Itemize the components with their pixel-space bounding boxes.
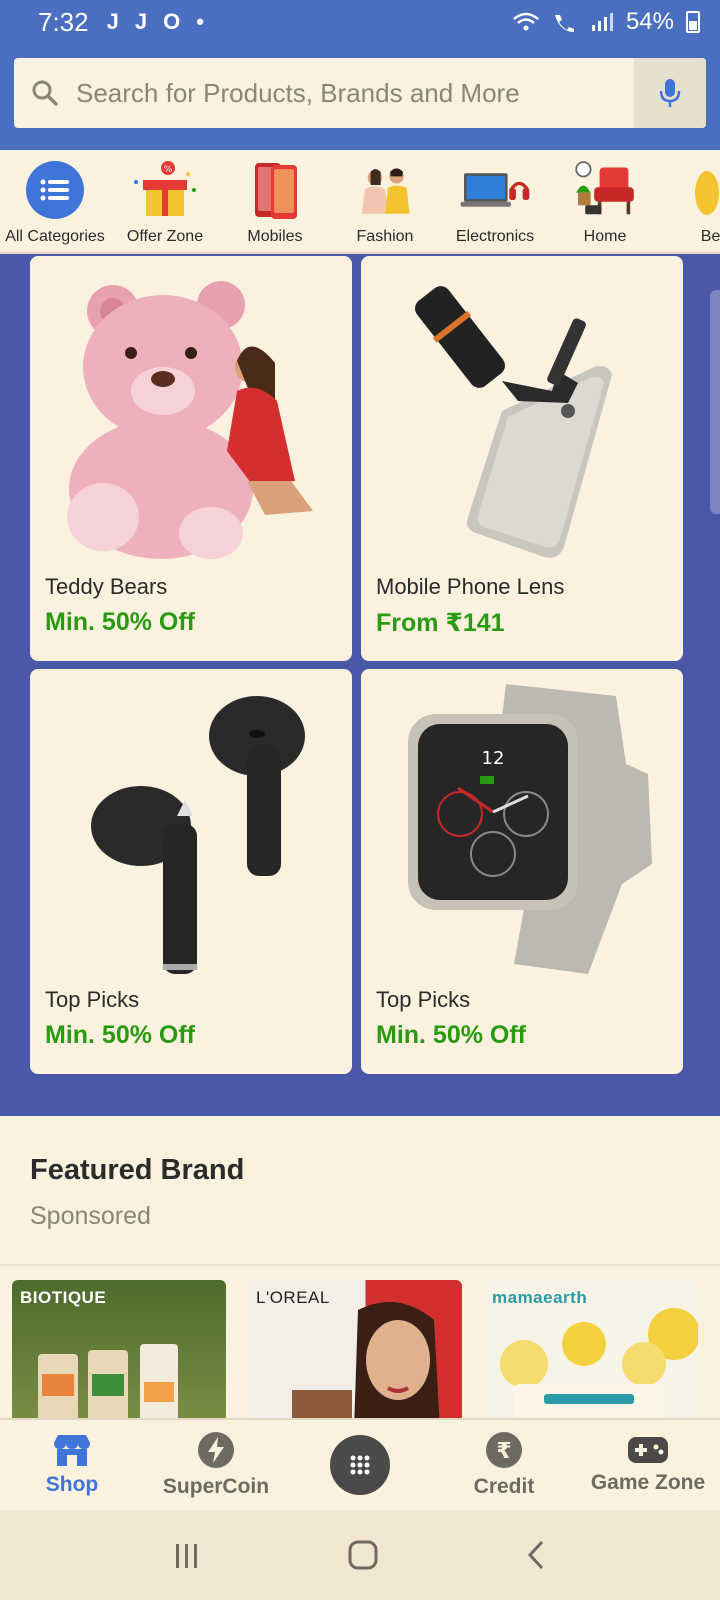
category-mobiles[interactable]: Mobiles bbox=[220, 150, 330, 252]
nav-credit[interactable]: ₹ Credit bbox=[432, 1420, 576, 1510]
category-offer-zone[interactable]: % Offer Zone bbox=[110, 150, 220, 252]
category-label: Offer Zone bbox=[126, 228, 204, 245]
promo-card-smartwatch[interactable]: 12 Top Picks Min. 50% Off bbox=[361, 669, 683, 1074]
gift-icon: % bbox=[129, 158, 201, 222]
category-label: Bea bbox=[700, 228, 720, 245]
nav-label: Credit bbox=[473, 1475, 535, 1498]
category-all-categories[interactable]: All Categories bbox=[0, 150, 110, 252]
category-strip: All Categories % Offer Zone Mobiles Fash… bbox=[0, 150, 720, 254]
gamepad-icon bbox=[628, 1437, 668, 1463]
model-image bbox=[292, 1302, 440, 1418]
card-title: Mobile Phone Lens bbox=[376, 574, 565, 599]
notification-icon: J bbox=[134, 9, 148, 34]
lemon-product-image bbox=[500, 1308, 698, 1418]
category-label: Home bbox=[583, 228, 627, 245]
nav-game-zone[interactable]: Game Zone bbox=[576, 1420, 720, 1510]
scroll-indicator[interactable] bbox=[710, 290, 720, 514]
category-label: Mobiles bbox=[247, 228, 303, 245]
menu-icon bbox=[19, 158, 91, 222]
chair-icon bbox=[569, 158, 641, 222]
brand-logo: BIOTIQUE bbox=[20, 1288, 107, 1307]
lightning-icon bbox=[198, 1432, 234, 1468]
beauty-icon bbox=[679, 158, 720, 222]
svg-text:12: 12 bbox=[482, 748, 505, 769]
card-title: Teddy Bears bbox=[45, 574, 168, 599]
rupee-icon: ₹ bbox=[486, 1432, 522, 1468]
promo-section: Teddy Bears Min. 50% Off Mobile Phone Le… bbox=[0, 254, 720, 1116]
recent-apps-icon[interactable] bbox=[172, 1540, 202, 1570]
promo-card-earbuds[interactable]: Top Picks Min. 50% Off bbox=[30, 669, 352, 1074]
promo-card-teddy-bears[interactable]: Teddy Bears Min. 50% Off bbox=[30, 256, 352, 661]
nav-label: Shop bbox=[45, 1473, 99, 1496]
nav-menu[interactable] bbox=[288, 1420, 432, 1510]
earbuds-image bbox=[46, 683, 336, 975]
nav-label: Game Zone bbox=[590, 1471, 706, 1494]
card-title: Top Picks bbox=[45, 987, 140, 1012]
bottom-navigation: Shop SuperCoin ₹ Credit Game Zone bbox=[0, 1418, 720, 1510]
phone-icon bbox=[239, 158, 311, 222]
battery-percent: 54% bbox=[625, 8, 674, 35]
call-signal-icon bbox=[554, 15, 574, 32]
category-home[interactable]: Home bbox=[550, 150, 660, 252]
category-label: All Categories bbox=[5, 228, 105, 245]
mic-icon bbox=[659, 79, 681, 107]
grid-icon bbox=[330, 1435, 390, 1495]
home-icon[interactable] bbox=[347, 1539, 379, 1571]
fashion-icon bbox=[349, 158, 421, 222]
voice-search-button[interactable] bbox=[634, 58, 706, 128]
category-electronics[interactable]: Electronics bbox=[440, 150, 550, 252]
system-navigation-bar bbox=[0, 1510, 720, 1600]
status-time: 7:32 bbox=[38, 6, 89, 37]
brand-card-biotique[interactable]: BIOTIQUE bbox=[12, 1280, 226, 1418]
status-right: 54% bbox=[512, 8, 700, 36]
back-icon[interactable] bbox=[524, 1539, 548, 1571]
nav-shop[interactable]: Shop bbox=[0, 1420, 144, 1510]
header: Search for Products, Brands and More bbox=[0, 44, 720, 150]
shop-icon bbox=[54, 1435, 90, 1466]
card-offer: Min. 50% Off bbox=[45, 608, 196, 636]
status-bar: 7:32 J J O • 54% bbox=[0, 0, 720, 44]
category-label: Fashion bbox=[356, 228, 414, 245]
card-offer: Min. 50% Off bbox=[45, 1021, 196, 1049]
wifi-icon bbox=[513, 12, 539, 31]
card-offer: From ₹141 bbox=[376, 609, 505, 637]
notification-icon: J bbox=[106, 9, 119, 34]
brand-carousel: BIOTIQUE L'OREAL mamaearth bbox=[0, 1266, 720, 1418]
nav-supercoin[interactable]: SuperCoin bbox=[144, 1420, 288, 1510]
featured-brand-section: Featured Brand Sponsored bbox=[0, 1116, 720, 1266]
notification-icons: J J O • bbox=[107, 9, 204, 35]
search-input[interactable]: Search for Products, Brands and More bbox=[76, 78, 634, 109]
section-title: Featured Brand bbox=[30, 1154, 245, 1186]
category-label: Electronics bbox=[455, 228, 535, 245]
phone-lens-image bbox=[377, 270, 667, 562]
notification-icon: • bbox=[196, 9, 204, 34]
notification-icon: O bbox=[163, 9, 181, 34]
brand-card-loreal[interactable]: L'OREAL bbox=[248, 1280, 462, 1418]
svg-text:%: % bbox=[164, 165, 173, 175]
category-fashion[interactable]: Fashion bbox=[330, 150, 440, 252]
search-icon bbox=[14, 79, 76, 107]
card-title: Top Picks bbox=[376, 987, 471, 1012]
sponsored-label: Sponsored bbox=[30, 1202, 151, 1230]
teddy-bear-image bbox=[46, 270, 336, 562]
battery-icon bbox=[686, 11, 700, 33]
brand-card-mamaearth[interactable]: mamaearth bbox=[484, 1280, 698, 1418]
card-offer: Min. 50% Off bbox=[376, 1021, 527, 1049]
laptop-icon bbox=[459, 158, 531, 222]
signal-icon bbox=[591, 13, 613, 31]
product-bottles-image bbox=[38, 1344, 178, 1418]
smartwatch-image: 12 bbox=[377, 683, 667, 975]
svg-text:₹: ₹ bbox=[496, 1439, 511, 1464]
promo-card-mobile-phone-lens[interactable]: Mobile Phone Lens From ₹141 bbox=[361, 256, 683, 661]
search-bar[interactable]: Search for Products, Brands and More bbox=[14, 58, 706, 128]
nav-label: SuperCoin bbox=[162, 1475, 270, 1498]
category-beauty[interactable]: Bea bbox=[660, 150, 720, 252]
